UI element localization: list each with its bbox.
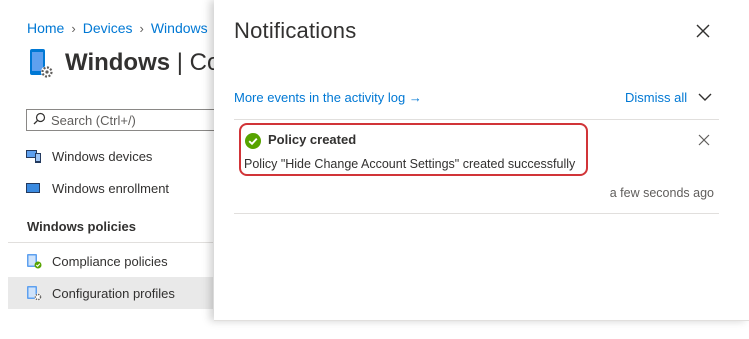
activity-log-link[interactable]: More events in the activity log → bbox=[234, 90, 422, 105]
breadcrumb-devices[interactable]: Devices bbox=[83, 20, 133, 36]
dismiss-all-button[interactable]: Dismiss all bbox=[625, 89, 713, 105]
search-input[interactable]: Search (Ctrl+/) bbox=[26, 109, 226, 131]
breadcrumb: Home › Devices › Windows bbox=[27, 20, 208, 36]
dismiss-all-label: Dismiss all bbox=[625, 89, 688, 105]
notifications-panel: Notifications More events in the activit… bbox=[214, 0, 749, 321]
sidebar-item-windows-enrollment[interactable]: Windows enrollment bbox=[26, 172, 221, 204]
panel-title: Notifications bbox=[234, 18, 357, 43]
success-check-icon bbox=[245, 133, 261, 149]
section-divider bbox=[8, 242, 213, 243]
list-divider-top bbox=[234, 119, 719, 120]
blade-header: Windows | Co bbox=[26, 46, 220, 80]
sidebar-item-compliance-policies[interactable]: Compliance policies bbox=[26, 245, 221, 277]
list-divider-bottom bbox=[234, 213, 719, 214]
sidebar-item-label: Windows devices bbox=[52, 148, 153, 164]
windows-enrollment-icon bbox=[26, 180, 42, 196]
notification-title: Policy created bbox=[268, 132, 357, 147]
notification-timestamp: a few seconds ago bbox=[609, 186, 714, 200]
notification-message: Policy "Hide Change Account Settings" cr… bbox=[244, 157, 576, 171]
dismiss-notification-icon[interactable] bbox=[697, 133, 711, 147]
windows-devices-icon bbox=[26, 148, 42, 164]
device-settings-icon bbox=[26, 46, 56, 80]
sidebar-item-windows-devices[interactable]: Windows devices bbox=[26, 140, 221, 172]
breadcrumb-home[interactable]: Home bbox=[27, 20, 64, 36]
sidebar-item-label: Windows enrollment bbox=[52, 180, 170, 196]
sidebar-item-configuration-profiles[interactable]: Configuration profiles bbox=[8, 277, 213, 309]
blade-title-bold: Windows bbox=[65, 49, 171, 76]
breadcrumb-separator-icon: › bbox=[139, 21, 144, 36]
breadcrumb-windows[interactable]: Windows bbox=[151, 20, 208, 36]
search-placeholder: Search (Ctrl+/) bbox=[51, 112, 136, 128]
section-windows-policies: Windows policies bbox=[27, 219, 136, 234]
sidebar-item-label: Configuration profiles bbox=[52, 285, 175, 301]
compliance-policy-icon bbox=[26, 253, 42, 269]
blade-title-rest: | Co bbox=[170, 49, 221, 76]
configuration-profile-icon bbox=[26, 285, 42, 301]
blade-title: Windows | Co bbox=[65, 49, 220, 77]
search-icon bbox=[33, 112, 46, 128]
chevron-down-icon[interactable] bbox=[697, 89, 713, 105]
close-icon[interactable] bbox=[694, 22, 712, 40]
breadcrumb-separator-icon: › bbox=[71, 21, 76, 36]
sidebar-item-label: Compliance policies bbox=[52, 253, 168, 269]
